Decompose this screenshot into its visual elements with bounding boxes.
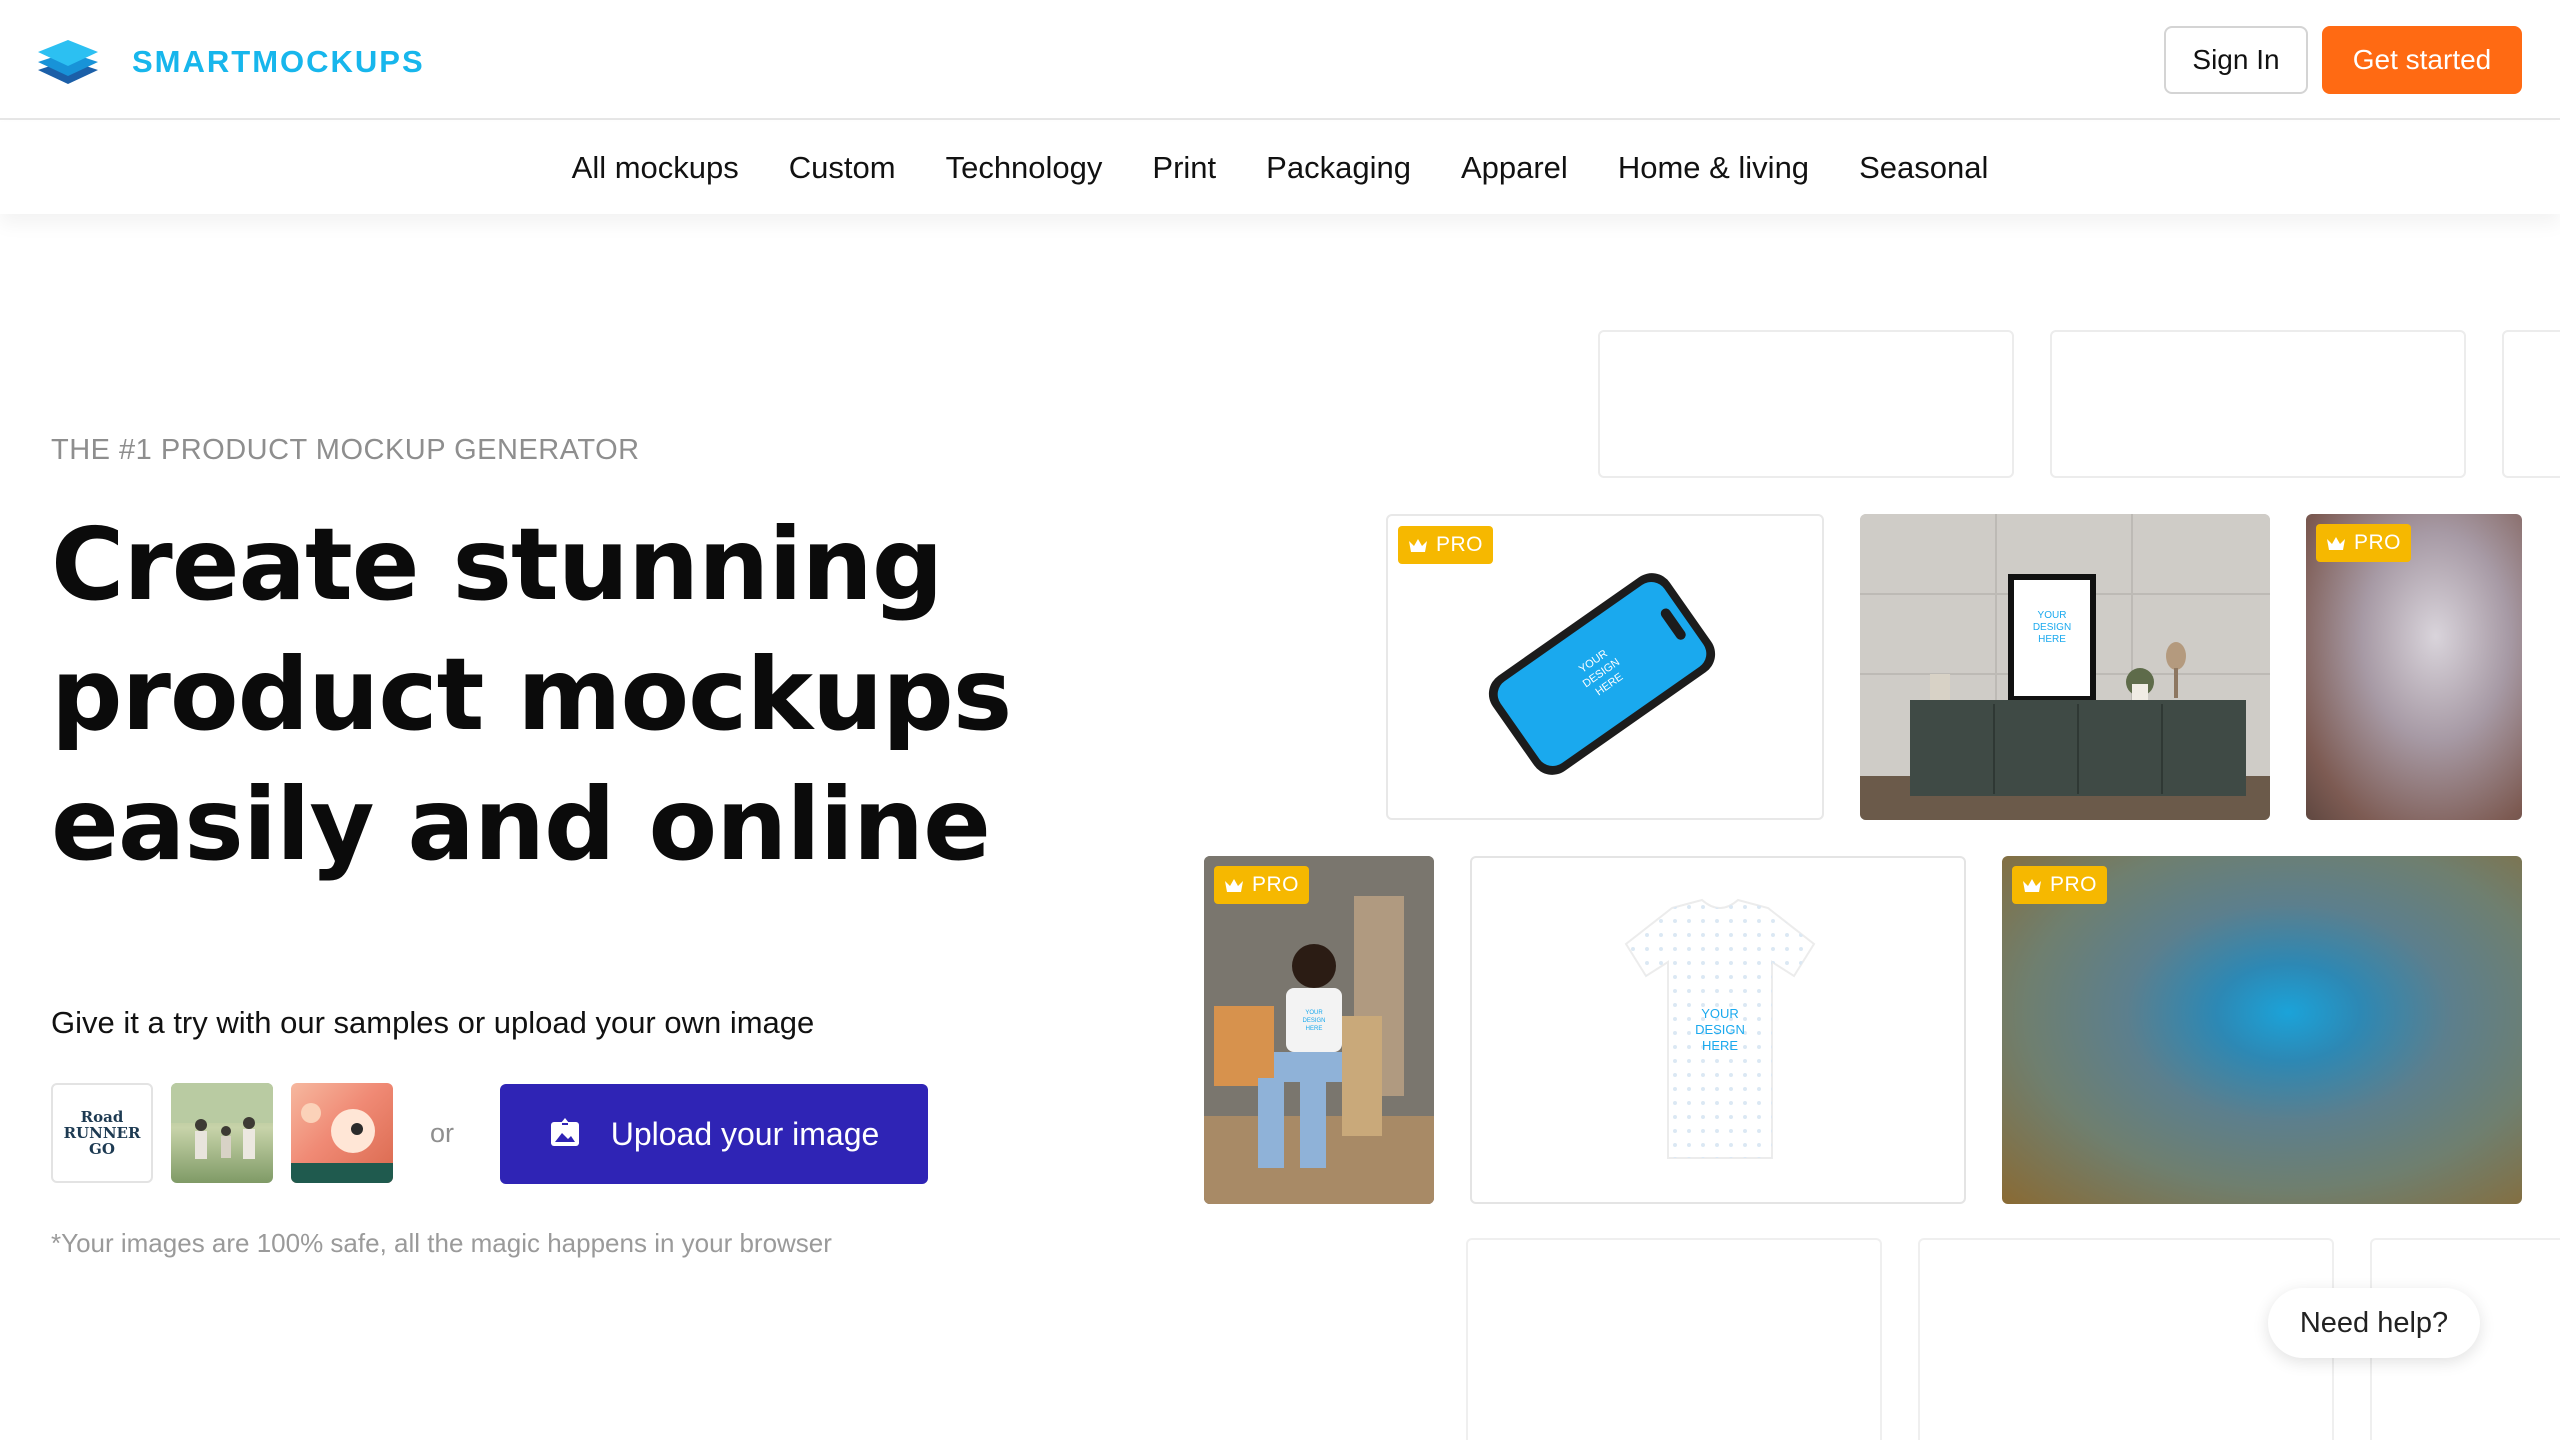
- headline-line-1: Create stunning: [51, 506, 943, 623]
- crown-icon: [1409, 539, 1427, 552]
- pro-badge: PRO: [2012, 866, 2108, 904]
- headline-line-3: easily and online: [51, 766, 991, 883]
- crown-icon: [2327, 537, 2345, 550]
- hero-eyebrow: THE #1 PRODUCT MOCKUP GENERATOR: [51, 434, 640, 466]
- tshirt-placeholder-line-2: DESIGN: [1695, 1022, 1745, 1037]
- pro-badge: PRO: [2316, 524, 2412, 562]
- poster-placeholder-line-3: HERE: [2038, 634, 2066, 645]
- pro-badge: PRO: [1214, 866, 1310, 904]
- brand-name: SMARTMOCKUPS: [132, 44, 425, 79]
- image-upload-icon: [550, 1118, 579, 1146]
- pro-label: PRO: [1252, 873, 1300, 896]
- man-placeholder-line-2: DESIGN: [1302, 1018, 1325, 1024]
- mockup-card-man-tshirt[interactable]: YOUR DESIGN HERE PRO: [1204, 856, 1434, 1204]
- mockup-placeholder-card: [2050, 330, 2466, 478]
- pro-label: PRO: [1436, 533, 1484, 556]
- try-samples-text: Give it a try with our samples or upload…: [51, 1005, 815, 1040]
- sample-illustration[interactable]: [291, 1083, 393, 1183]
- pro-label: PRO: [2050, 873, 2098, 896]
- pro-label: PRO: [2354, 531, 2402, 554]
- or-separator: or: [430, 1118, 455, 1148]
- nav-item-custom[interactable]: Custom: [789, 150, 896, 186]
- man-tshirt-image: YOUR DESIGN HERE: [1204, 856, 1434, 1204]
- headline-line-2: product mockups: [51, 636, 1012, 753]
- poster-placeholder-line-2: DESIGN: [2033, 622, 2071, 633]
- road-runner-word-1: Road: [80, 1108, 124, 1126]
- sign-in-button[interactable]: Sign In: [2164, 26, 2308, 94]
- tshirt-mockup-image: YOUR DESIGN HERE: [1624, 898, 1816, 1159]
- mockup-card-tshirt[interactable]: YOUR DESIGN HERE: [1470, 856, 1966, 1204]
- hero-headline: Create stunning product mockups easily a…: [51, 500, 1151, 890]
- illustration-image: [291, 1103, 393, 1183]
- crown-icon: [1225, 879, 1243, 892]
- mockup-card-pro-blurred[interactable]: PRO: [2306, 514, 2522, 820]
- logo[interactable]: SMARTMOCKUPS: [36, 38, 425, 86]
- mockup-placeholder-card: [1466, 1238, 1882, 1440]
- nav-item-print[interactable]: Print: [1152, 150, 1216, 186]
- poster-placeholder-line-1: YOUR: [2038, 610, 2067, 621]
- nav-item-all-mockups[interactable]: All mockups: [572, 150, 739, 186]
- safety-note: *Your images are 100% safe, all the magi…: [51, 1228, 832, 1258]
- top-header: SMARTMOCKUPS Sign In Get started: [0, 0, 2560, 120]
- upload-image-label: Upload your image: [610, 1115, 880, 1152]
- man-placeholder-line-3: HERE: [1306, 1026, 1323, 1032]
- nav-item-packaging[interactable]: Packaging: [1266, 150, 1411, 186]
- need-help-button[interactable]: Need help?: [2268, 1288, 2480, 1358]
- get-started-button[interactable]: Get started: [2322, 26, 2522, 94]
- poster-cabinet-image: YOUR DESIGN HERE: [1860, 514, 2270, 820]
- pro-badge: PRO: [1398, 526, 1494, 564]
- category-nav: All mockups Custom Technology Print Pack…: [0, 122, 2560, 214]
- road-runner-word-2: RUNNER: [63, 1124, 141, 1142]
- road-runner-logo-image: Road RUNNER GO: [64, 1109, 141, 1157]
- mockup-card-pro-blurred[interactable]: PRO: [2002, 856, 2522, 1204]
- sample-images: Road RUNNER GO: [51, 1083, 393, 1183]
- upload-image-button[interactable]: Upload your image: [500, 1084, 928, 1184]
- mockup-placeholder-card: [1598, 330, 2014, 478]
- sample-road-runner[interactable]: Road RUNNER GO: [51, 1083, 153, 1183]
- sample-family-photo[interactable]: [171, 1083, 273, 1183]
- mockup-placeholder-card: [2502, 330, 2560, 478]
- mockup-card-phone[interactable]: PRO YOUR DESIGN HERE: [1386, 514, 1824, 820]
- tshirt-placeholder-line-3: HERE: [1702, 1038, 1738, 1053]
- nav-item-technology[interactable]: Technology: [946, 150, 1103, 186]
- mockup-card-poster-cabinet[interactable]: YOUR DESIGN HERE: [1860, 514, 2270, 820]
- road-runner-word-3: GO: [89, 1140, 115, 1158]
- family-photo-image: [171, 1083, 273, 1159]
- nav-item-apparel[interactable]: Apparel: [1461, 150, 1568, 186]
- crown-icon: [2023, 879, 2041, 892]
- smartmockups-logo-icon: [38, 40, 98, 84]
- nav-item-seasonal[interactable]: Seasonal: [1859, 150, 1988, 186]
- man-placeholder-line-1: YOUR: [1305, 1010, 1323, 1016]
- nav-item-home-living[interactable]: Home & living: [1618, 150, 1809, 186]
- tshirt-placeholder-line-1: YOUR: [1701, 1006, 1739, 1021]
